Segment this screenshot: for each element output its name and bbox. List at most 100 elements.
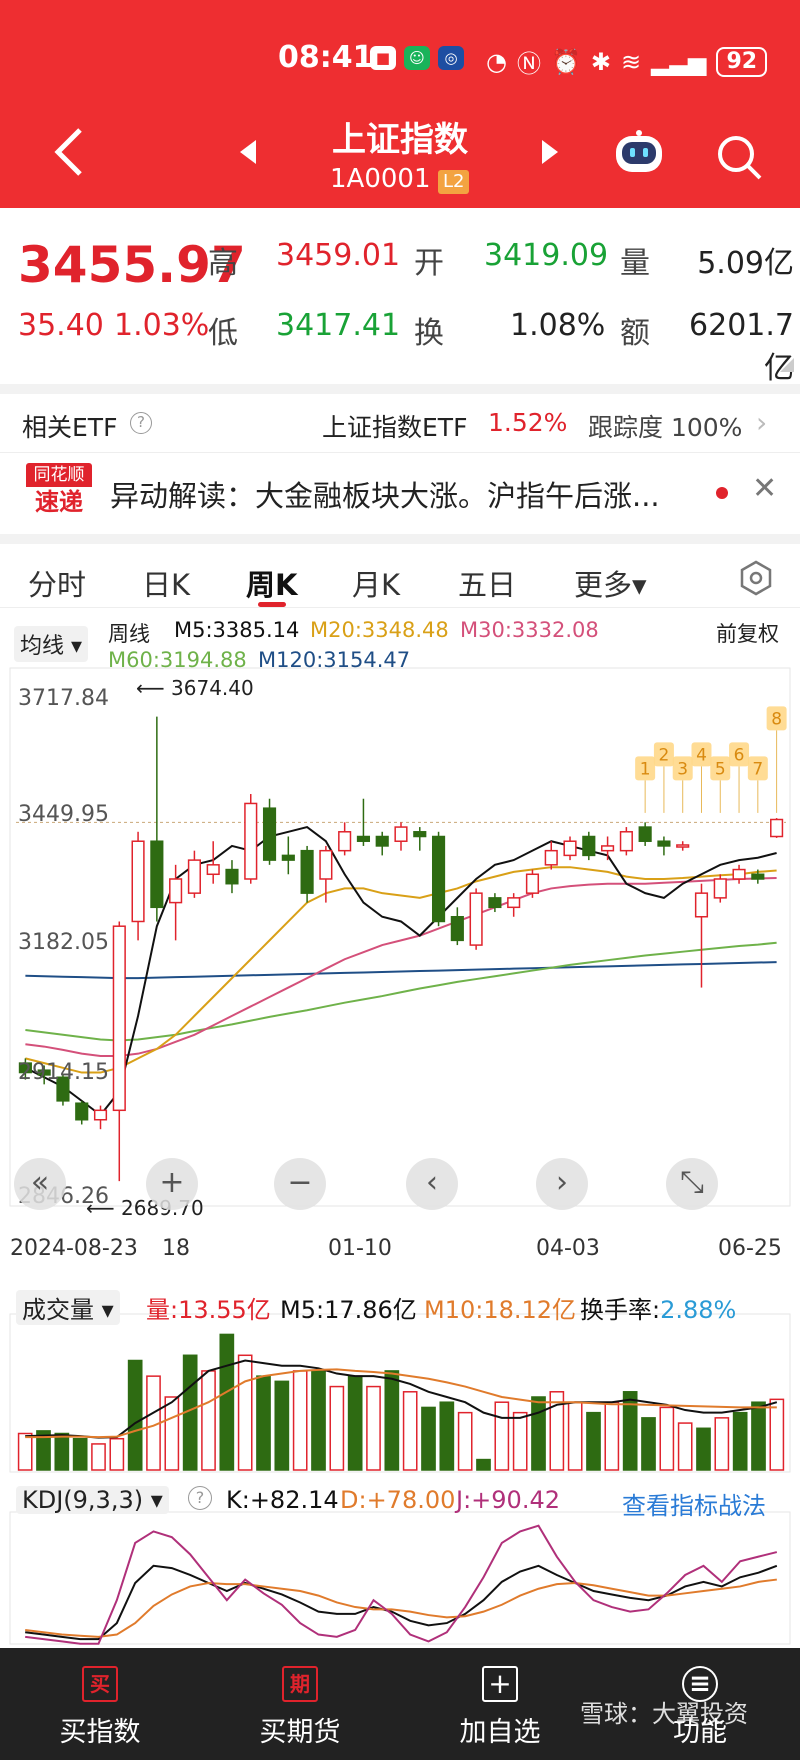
candle-body bbox=[582, 835, 596, 857]
volume-bar bbox=[677, 1422, 693, 1471]
candle-body bbox=[319, 849, 333, 880]
y-tick-3: 3182.05 bbox=[18, 930, 109, 955]
volume-bar bbox=[586, 1411, 601, 1471]
kline-chart[interactable]: 1234567 8 bbox=[0, 0, 800, 1648]
volume-bar bbox=[567, 1401, 583, 1471]
ma60-line bbox=[25, 941, 777, 1042]
low-arrow-icon: ⟵ bbox=[86, 1196, 122, 1220]
candle-body bbox=[150, 840, 164, 909]
candle-body bbox=[488, 897, 502, 909]
candle-body bbox=[770, 818, 784, 838]
kdj-d-legend: D:+78.00 bbox=[340, 1486, 456, 1514]
candle-body bbox=[338, 831, 352, 852]
candle-body bbox=[75, 1102, 89, 1121]
volume-bar bbox=[72, 1437, 88, 1471]
kdj-j-legend: J:+90.42 bbox=[456, 1486, 560, 1514]
candle-body bbox=[732, 868, 746, 880]
event-marker-label: 5 bbox=[715, 759, 726, 779]
volume-bar bbox=[127, 1359, 143, 1471]
volume-bar bbox=[696, 1427, 711, 1471]
candle-body bbox=[394, 826, 408, 842]
candle-body bbox=[713, 878, 727, 899]
volume-bar bbox=[256, 1375, 271, 1471]
event-marker-label: 8 bbox=[771, 709, 782, 729]
y-tick-1: 3717.84 bbox=[18, 686, 109, 711]
volume-bar bbox=[17, 1432, 33, 1471]
volume-bar bbox=[402, 1391, 418, 1471]
volume-bar bbox=[512, 1411, 528, 1471]
volume-bar bbox=[201, 1370, 216, 1471]
volume-bar bbox=[366, 1385, 381, 1471]
candle-body bbox=[469, 892, 483, 946]
buy-index-label: 买指数 bbox=[59, 1717, 141, 1748]
kdj-indicator-title: KDJ(9,3,3) bbox=[22, 1486, 144, 1514]
candle-body bbox=[356, 835, 371, 842]
candle-body bbox=[206, 864, 220, 876]
candle-body bbox=[657, 840, 671, 847]
event-marker-label: 1 bbox=[640, 759, 651, 779]
candle-body bbox=[93, 1109, 108, 1121]
volume-bar bbox=[751, 1401, 766, 1471]
volume-bar bbox=[421, 1406, 436, 1471]
volume-indicator-selector[interactable]: 成交量 ▾ bbox=[16, 1290, 120, 1325]
x-label-4: 04-03 bbox=[536, 1236, 600, 1261]
candle-body bbox=[525, 873, 540, 894]
turnover-rate: 换手率:2.88% bbox=[580, 1290, 736, 1325]
event-marker-label: 3 bbox=[677, 759, 688, 779]
event-marker-label: 4 bbox=[696, 745, 707, 765]
event-marker-label: 7 bbox=[752, 759, 763, 779]
scroll-right-button[interactable]: › bbox=[536, 1158, 588, 1210]
volume-bar bbox=[91, 1443, 106, 1471]
vol-legend: 量:13.55亿 bbox=[146, 1296, 271, 1324]
vol-m5-legend: M5:17.86亿 bbox=[280, 1296, 417, 1324]
add-watchlist-button[interactable]: + 加自选 bbox=[400, 1648, 600, 1760]
zoom-out-button[interactable]: − bbox=[274, 1158, 326, 1210]
high-annotation-value: 3674.40 bbox=[171, 676, 254, 700]
fullscreen-button[interactable]: ⤡ bbox=[666, 1158, 718, 1210]
candle-body bbox=[169, 878, 183, 904]
volume-bar bbox=[714, 1417, 730, 1471]
watermark: 雪球：大翼投资 bbox=[580, 1700, 748, 1728]
turnover-rate-label: 换手率: bbox=[580, 1296, 661, 1324]
candle-body bbox=[601, 845, 615, 852]
kdj-d-line bbox=[25, 1578, 777, 1638]
candle-body bbox=[187, 859, 201, 894]
buy-index-button[interactable]: 买 买指数 bbox=[0, 1648, 200, 1760]
event-marker-label: 2 bbox=[659, 745, 670, 765]
candle-body bbox=[544, 849, 558, 866]
candle-body bbox=[375, 835, 389, 847]
scroll-left-button[interactable]: ‹ bbox=[406, 1158, 458, 1210]
candle-body bbox=[431, 835, 446, 923]
turnover-rate-value: 2.88% bbox=[660, 1296, 737, 1324]
futures-icon: 期 bbox=[282, 1666, 318, 1702]
zoom-in-button[interactable]: + bbox=[146, 1158, 198, 1210]
x-label-start: 2024-08-23 bbox=[10, 1236, 138, 1261]
volume-indicator-title: 成交量 bbox=[22, 1296, 94, 1324]
volume-bar bbox=[274, 1380, 290, 1471]
y-tick-4: 2914.15 bbox=[18, 1060, 109, 1085]
x-label-2: 18 bbox=[162, 1236, 190, 1261]
indicator-strategy-link[interactable]: 查看指标战法 bbox=[622, 1486, 766, 1521]
candle-body bbox=[225, 868, 239, 885]
candle-body bbox=[413, 831, 427, 838]
kdj-plot bbox=[9, 1511, 791, 1645]
add-watchlist-label: 加自选 bbox=[459, 1717, 541, 1748]
zoom-reset-button[interactable]: « bbox=[14, 1158, 66, 1210]
kdj-k-line bbox=[25, 1564, 778, 1641]
candle-body bbox=[694, 892, 709, 918]
kdj-help-icon[interactable]: ? bbox=[188, 1486, 212, 1510]
volume-bar bbox=[164, 1396, 180, 1471]
x-label-end: 06-25 bbox=[718, 1236, 782, 1261]
candle-body bbox=[507, 897, 521, 909]
kdj-indicator-selector[interactable]: KDJ(9,3,3) ▾ bbox=[16, 1486, 169, 1514]
event-marker-label: 6 bbox=[734, 745, 745, 765]
volume-bar bbox=[457, 1411, 473, 1471]
plus-icon: + bbox=[482, 1666, 518, 1702]
candle-body bbox=[638, 826, 652, 842]
candle-body bbox=[300, 849, 314, 894]
volume-bar bbox=[604, 1401, 620, 1471]
volume-bar bbox=[641, 1417, 656, 1471]
buy-futures-button[interactable]: 期 买期货 bbox=[200, 1648, 400, 1760]
volume-bar bbox=[219, 1333, 235, 1471]
candle-body bbox=[131, 840, 145, 923]
